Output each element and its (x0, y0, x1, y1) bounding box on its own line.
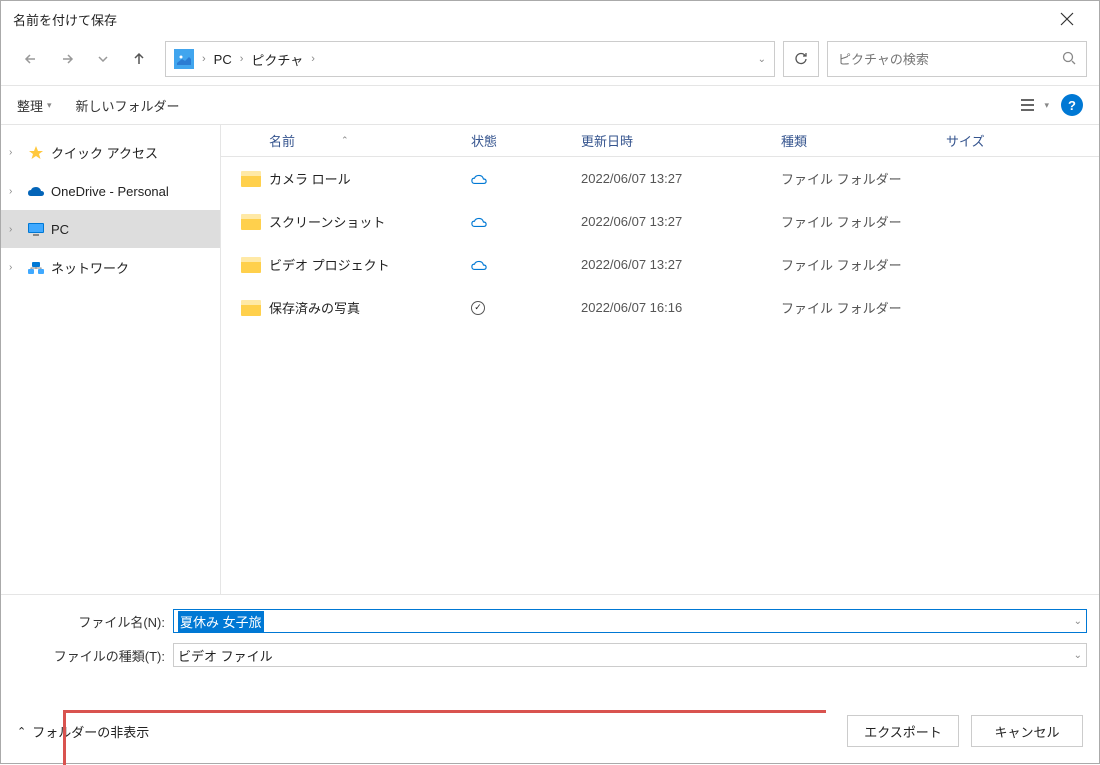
hide-folders-button[interactable]: ⌃ フォルダーの非表示 (17, 722, 149, 741)
chevron-right-icon: › (9, 186, 21, 197)
sidebar-item-label: OneDrive - Personal (51, 184, 169, 199)
file-row[interactable]: ビデオ プロジェクト 2022/06/07 13:27 ファイル フォルダー (221, 243, 1099, 286)
file-type: ファイル フォルダー (781, 298, 946, 317)
back-button[interactable] (21, 49, 41, 69)
column-header-size[interactable]: サイズ (946, 131, 1026, 150)
action-bar: ⌃ フォルダーの非表示 エクスポート キャンセル (1, 687, 1099, 763)
sidebar-item-label: PC (51, 222, 69, 237)
dropdown-icon[interactable]: ⌄ (1074, 650, 1082, 661)
file-name: 保存済みの写真 (269, 298, 471, 317)
main-area: › クイック アクセス › OneDrive - Personal › PC ›… (1, 125, 1099, 594)
filetype-select[interactable]: ビデオ ファイル ⌄ (173, 643, 1087, 667)
dialog-title: 名前を付けて保存 (13, 10, 117, 29)
recent-dropdown[interactable] (93, 49, 113, 69)
dropdown-icon: ▾ (47, 100, 52, 111)
sidebar-item-pc[interactable]: › PC (1, 210, 220, 248)
dropdown-icon: ▾ (1044, 100, 1049, 111)
filename-row: ファイル名(N): 夏休み 女子旅 ⌄ (13, 609, 1087, 633)
sidebar: › クイック アクセス › OneDrive - Personal › PC ›… (1, 125, 221, 594)
breadcrumb-pictures[interactable]: ピクチャ (251, 50, 303, 69)
toolbar: 整理 ▾ 新しいフォルダー ▾ ? (1, 85, 1099, 125)
annotation-line (63, 710, 66, 765)
file-row[interactable]: カメラ ロール 2022/06/07 13:27 ファイル フォルダー (221, 157, 1099, 200)
column-headers: 名前 ⌃ 状態 更新日時 種類 サイズ (221, 125, 1099, 157)
help-button[interactable]: ? (1061, 94, 1083, 116)
file-date: 2022/06/07 13:27 (581, 171, 781, 186)
chevron-right-icon: › (9, 262, 21, 273)
save-as-dialog: 名前を付けて保存 › PC › ピクチャ › ⌄ (0, 0, 1100, 764)
chevron-right-icon: › (240, 53, 244, 65)
chevron-right-icon: › (9, 147, 21, 158)
folder-icon (241, 257, 261, 273)
file-status: ✓ (471, 301, 581, 315)
search-icon[interactable] (1062, 51, 1076, 68)
nav-buttons (13, 49, 157, 69)
file-date: 2022/06/07 13:27 (581, 214, 781, 229)
chevron-up-icon: ⌃ (17, 725, 26, 738)
view-menu[interactable]: ▾ (1020, 98, 1049, 112)
sidebar-item-network[interactable]: › ネットワーク (1, 248, 220, 287)
onedrive-icon (27, 182, 45, 200)
pictures-icon (174, 49, 194, 69)
new-folder-button[interactable]: 新しいフォルダー (76, 96, 180, 115)
file-status (471, 259, 581, 271)
dropdown-icon[interactable]: ⌄ (1074, 616, 1082, 627)
organize-menu[interactable]: 整理 ▾ (17, 96, 52, 115)
close-button[interactable] (1047, 5, 1087, 33)
cancel-button[interactable]: キャンセル (971, 715, 1083, 747)
filetype-row: ファイルの種類(T): ビデオ ファイル ⌄ (13, 643, 1087, 667)
breadcrumb-pc[interactable]: PC (214, 52, 232, 67)
file-type: ファイル フォルダー (781, 169, 946, 188)
sidebar-item-quickaccess[interactable]: › クイック アクセス (1, 133, 220, 172)
file-status (471, 173, 581, 185)
bottom-fields: ファイル名(N): 夏休み 女子旅 ⌄ ファイルの種類(T): ビデオ ファイル… (1, 594, 1099, 687)
chevron-right-icon: › (311, 53, 315, 65)
file-date: 2022/06/07 16:16 (581, 300, 781, 315)
file-type: ファイル フォルダー (781, 212, 946, 231)
forward-button[interactable] (57, 49, 77, 69)
column-header-date[interactable]: 更新日時 (581, 131, 781, 150)
refresh-button[interactable] (783, 41, 819, 77)
file-status (471, 216, 581, 228)
up-button[interactable] (129, 49, 149, 69)
column-header-status[interactable]: 状態 (471, 131, 581, 150)
search-box[interactable] (827, 41, 1087, 77)
titlebar: 名前を付けて保存 (1, 1, 1099, 37)
chevron-right-icon: › (202, 53, 206, 65)
breadcrumb-right: ⌄ (758, 54, 766, 65)
folder-icon (241, 171, 261, 187)
file-name: カメラ ロール (269, 169, 471, 188)
file-list: 名前 ⌃ 状態 更新日時 種類 サイズ カメラ ロール 2022/06/07 1… (221, 125, 1099, 594)
sort-indicator-icon: ⌃ (341, 135, 349, 146)
file-type: ファイル フォルダー (781, 255, 946, 274)
filename-value: 夏休み 女子旅 (178, 611, 264, 632)
navbar: › PC › ピクチャ › ⌄ (1, 37, 1099, 85)
annotation-line (63, 710, 826, 713)
filetype-value: ビデオ ファイル (178, 646, 273, 665)
search-input[interactable] (838, 52, 1062, 67)
sidebar-item-label: ネットワーク (51, 258, 129, 277)
filename-input[interactable]: 夏休み 女子旅 ⌄ (173, 609, 1087, 633)
chevron-down-icon[interactable]: ⌄ (758, 54, 766, 65)
synced-icon: ✓ (471, 301, 485, 315)
file-name: ビデオ プロジェクト (269, 255, 471, 274)
star-icon (27, 144, 45, 162)
network-icon (27, 259, 45, 277)
file-row[interactable]: 保存済みの写真 ✓ 2022/06/07 16:16 ファイル フォルダー (221, 286, 1099, 329)
pc-icon (27, 220, 45, 238)
filetype-label: ファイルの種類(T): (13, 646, 173, 665)
chevron-right-icon: › (9, 224, 21, 235)
file-name: スクリーンショット (269, 212, 471, 231)
column-header-name[interactable]: 名前 ⌃ (241, 131, 471, 150)
sidebar-item-label: クイック アクセス (51, 143, 158, 162)
file-date: 2022/06/07 13:27 (581, 257, 781, 272)
column-header-type[interactable]: 種類 (781, 131, 946, 150)
export-button[interactable]: エクスポート (847, 715, 959, 747)
folder-icon (241, 300, 261, 316)
sidebar-item-onedrive[interactable]: › OneDrive - Personal (1, 172, 220, 210)
filename-label: ファイル名(N): (13, 612, 173, 631)
breadcrumb[interactable]: › PC › ピクチャ › ⌄ (165, 41, 775, 77)
folder-icon (241, 214, 261, 230)
file-row[interactable]: スクリーンショット 2022/06/07 13:27 ファイル フォルダー (221, 200, 1099, 243)
